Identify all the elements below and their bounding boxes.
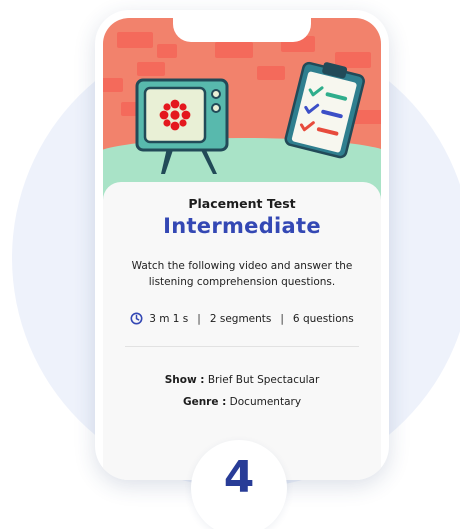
step-number: 4 — [223, 452, 255, 503]
phone-notch — [173, 18, 311, 42]
stats-separator: | — [280, 312, 284, 325]
phone-frame — [95, 10, 389, 480]
clock-icon — [130, 312, 143, 325]
stats-separator: | — [197, 312, 201, 325]
show-label: Show : — [164, 374, 205, 386]
test-level: Intermediate — [163, 214, 321, 238]
clipboard-checklist-illustration — [284, 61, 365, 159]
genre-row: Genre : Documentary — [103, 396, 381, 408]
stage: Placement Test Intermediate Watch the fo… — [0, 0, 460, 529]
show-row: Show : Brief But Spectacular — [103, 374, 381, 386]
genre-value: Documentary — [229, 396, 302, 408]
tv-illustration — [135, 78, 229, 174]
test-stats: 3 m 1 s | 2 segments | 6 questions — [103, 312, 381, 325]
genre-label: Genre : — [182, 396, 227, 408]
segments-text: 2 segments — [209, 312, 272, 325]
questions-text: 6 questions — [292, 312, 354, 325]
divider — [125, 346, 359, 347]
show-value: Brief But Spectacular — [207, 374, 320, 386]
duration-text: 3 m 1 s — [149, 312, 189, 325]
phone-screen — [103, 18, 381, 480]
test-label: Placement Test — [188, 196, 296, 211]
test-description: Watch the following video and answer the… — [131, 260, 353, 288]
